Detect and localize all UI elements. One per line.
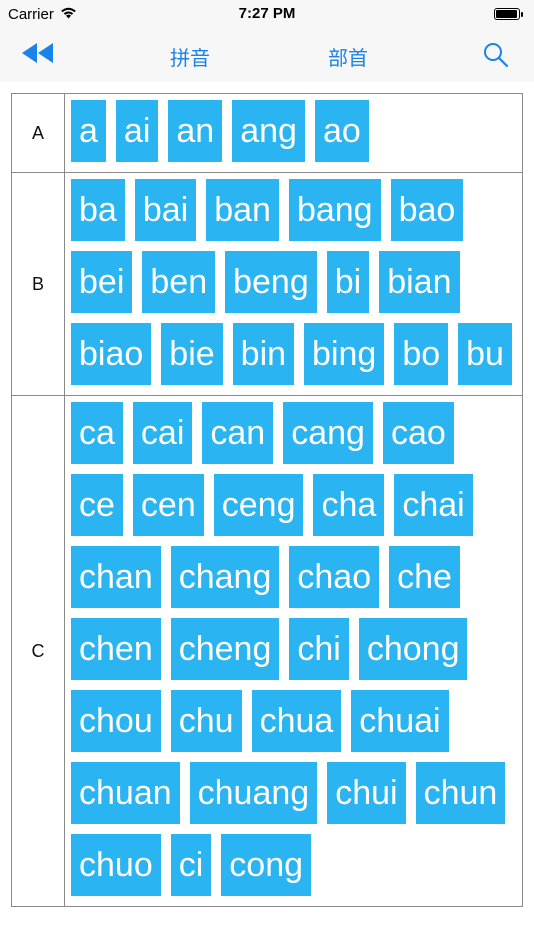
syllable-button[interactable]: can [202, 402, 274, 464]
syllable-button[interactable]: chun [415, 762, 506, 824]
syllable-button[interactable]: ci [170, 834, 212, 896]
syllable-button[interactable]: ang [232, 100, 305, 162]
syllable-button[interactable]: biao [71, 323, 152, 385]
syllable-button[interactable]: cong [221, 834, 312, 896]
syllable-button[interactable]: beng [225, 251, 317, 313]
status-time: 7:27 PM [238, 5, 296, 22]
syllable-button[interactable]: chang [170, 546, 280, 608]
syllable-button[interactable]: bai [134, 179, 197, 241]
status-bar: Carrier 7:27 PM [0, 0, 534, 28]
carrier-label: Carrier [8, 5, 54, 23]
syllable-button[interactable]: chuan [71, 762, 180, 824]
syllable-button[interactable]: chong [358, 618, 468, 680]
syllable-button[interactable]: ca [71, 402, 123, 464]
syllable-button[interactable]: chai [394, 474, 473, 536]
syllable-button[interactable]: ao [314, 100, 369, 162]
syllable-button[interactable]: cao [382, 402, 454, 464]
syllable-button[interactable]: chuang [189, 762, 318, 824]
letter-label: A [12, 94, 65, 172]
tab-radicals[interactable]: 部首 [328, 42, 368, 71]
syllable-button[interactable]: an [168, 100, 223, 162]
syllable-button[interactable]: ban [206, 179, 279, 241]
syllable-button[interactable]: cang [283, 402, 373, 464]
syllable-button[interactable]: chui [327, 762, 406, 824]
syllable-button[interactable]: chuo [71, 834, 161, 896]
pinyin-table: A a ai an ang ao B ba bai ban bang bao bei ben beng… [11, 93, 523, 907]
table-row: C ca cai can cang cao ce cen ceng cha chai chan cha… [12, 396, 523, 907]
syllable-button[interactable]: bu [458, 323, 512, 385]
syllable-group: ca cai can cang cao ce cen ceng cha chai chan chang… [65, 396, 523, 906]
syllable-button[interactable]: bei [71, 251, 133, 313]
status-left: Carrier [8, 6, 77, 23]
table-row: B ba bai ban bang bao bei ben beng bi bian biao bie… [12, 173, 523, 396]
double-left-arrow-icon[interactable] [22, 42, 62, 68]
syllable-button[interactable]: chan [71, 546, 161, 608]
syllable-group: a ai an ang ao [65, 94, 523, 172]
syllable-button[interactable]: bin [232, 323, 295, 385]
syllable-button[interactable]: chu [170, 690, 242, 752]
syllable-button[interactable]: bo [394, 323, 449, 385]
syllable-button[interactable]: bing [304, 323, 385, 385]
letter-label: B [12, 173, 65, 395]
nav-bar: 拼音 部首 [0, 28, 534, 82]
letter-label: C [12, 396, 65, 906]
syllable-button[interactable]: a [71, 100, 106, 162]
syllable-button[interactable]: cheng [170, 618, 280, 680]
syllable-button[interactable]: chao [289, 546, 380, 608]
syllable-button[interactable]: bao [390, 179, 464, 241]
syllable-button[interactable]: ben [142, 251, 216, 313]
syllable-button[interactable]: bang [288, 179, 381, 241]
syllable-button[interactable]: chi [289, 618, 349, 680]
syllable-button[interactable]: chuai [351, 690, 449, 752]
tab-pinyin[interactable]: 拼音 [170, 42, 210, 71]
battery-level [496, 10, 517, 18]
wifi-icon [60, 6, 77, 23]
syllable-button[interactable]: ai [115, 100, 159, 162]
battery-icon [494, 8, 523, 20]
syllable-button[interactable]: chua [251, 690, 342, 752]
table-row: A a ai an ang ao [12, 94, 523, 173]
syllable-button[interactable]: cai [132, 402, 193, 464]
syllable-button[interactable]: ba [71, 179, 125, 241]
syllable-button[interactable]: bi [326, 251, 370, 313]
syllable-button[interactable]: ce [71, 474, 123, 536]
syllable-button[interactable]: cha [313, 474, 385, 536]
syllable-button[interactable]: chen [71, 618, 161, 680]
syllable-button[interactable]: che [389, 546, 460, 608]
syllable-button[interactable]: bian [379, 251, 460, 313]
syllable-button[interactable]: chou [71, 690, 161, 752]
search-icon[interactable] [482, 41, 510, 69]
syllable-button[interactable]: ceng [213, 474, 304, 536]
syllable-button[interactable]: cen [132, 474, 204, 536]
syllable-group: ba bai ban bang bao bei ben beng bi bian biao bie bi… [65, 173, 523, 395]
syllable-button[interactable]: bie [161, 323, 223, 385]
